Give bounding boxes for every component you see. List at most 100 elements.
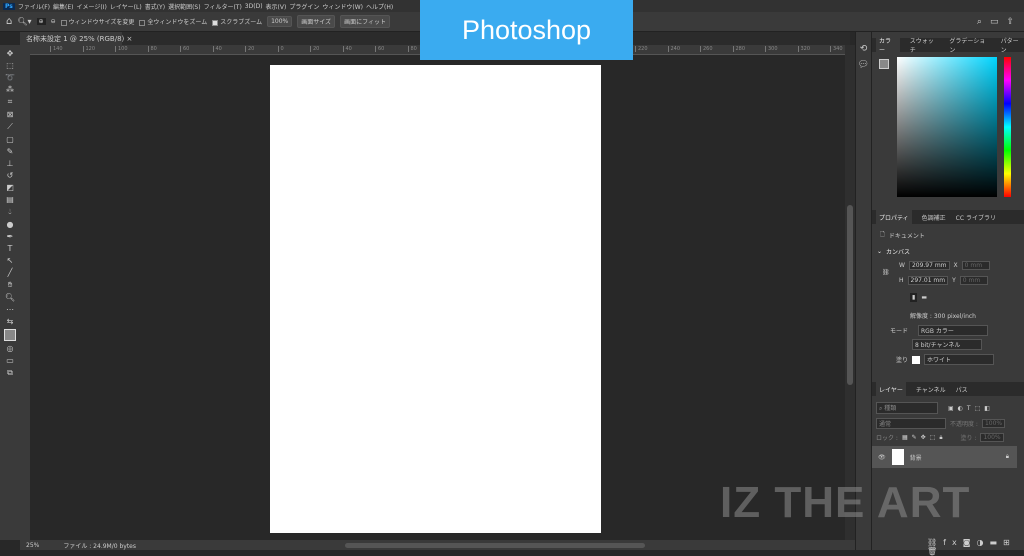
tab-libraries[interactable]: CC ライブラリ <box>956 213 996 222</box>
share-icon[interactable]: ⇪ <box>1006 17 1014 27</box>
ruler-tick: 20 <box>245 46 254 52</box>
fg-bg-swatch[interactable] <box>879 59 889 69</box>
home-icon[interactable]: ⌂ <box>6 16 12 27</box>
menu-3d[interactable]: 3D(D) <box>245 3 263 10</box>
zoom-in-icon[interactable]: ⊕ <box>36 18 46 25</box>
magic-wand-icon[interactable]: ⁂ <box>6 85 14 94</box>
hue-slider[interactable] <box>1004 57 1011 197</box>
fit-screen-button[interactable]: 画面サイズ <box>297 15 336 28</box>
scrubby-zoom-checkbox[interactable]: スクラブズーム <box>212 17 262 26</box>
marquee-tool-icon[interactable]: ⬚ <box>6 61 14 70</box>
pen-tool-icon[interactable]: ✒ <box>7 232 14 241</box>
color-swatches-icon[interactable] <box>4 329 16 341</box>
gradient-tool-icon[interactable]: ▤ <box>6 195 14 204</box>
color-field[interactable] <box>897 57 997 197</box>
zoom-level[interactable]: 25% <box>26 542 39 549</box>
line-tool-icon[interactable]: ╱ <box>8 268 13 277</box>
tab-channels[interactable]: チャンネル <box>916 385 946 394</box>
zoom-value-button[interactable]: 100% <box>267 16 293 27</box>
menu-image[interactable]: イメージ(I) <box>77 2 107 11</box>
quick-mask-icon[interactable]: ◎ <box>7 344 14 353</box>
portrait-icon[interactable]: ▮ <box>910 293 918 302</box>
menu-filter[interactable]: フィルター(T) <box>204 2 242 11</box>
menu-select[interactable]: 選択範囲(S) <box>168 2 201 11</box>
history-brush-icon[interactable]: ↺ <box>7 171 14 180</box>
tab-color[interactable]: カラー <box>876 33 900 57</box>
workspace-icon[interactable]: ▭ <box>990 17 999 27</box>
bit-depth-select[interactable]: 8 bit/チャンネル <box>912 339 982 350</box>
zoom-tool-icon[interactable]: 🔍︎▾ <box>17 17 31 26</box>
path-select-icon[interactable]: ↖ <box>7 256 14 265</box>
hand-tool-icon[interactable]: ✋︎ <box>8 280 13 290</box>
more-tools-icon[interactable]: ⋯ <box>6 305 14 314</box>
eraser-icon[interactable]: ◩ <box>6 183 14 192</box>
ruler-tick: 120 <box>82 46 95 52</box>
width-input[interactable]: 209.97 mm <box>908 261 950 270</box>
layer-row[interactable]: 👁︎ 背景 🔒︎ <box>872 446 1017 468</box>
dodge-tool-icon[interactable]: ● <box>7 220 14 229</box>
opacity-input[interactable]: 100% <box>981 419 1006 428</box>
tab-paths[interactable]: パス <box>956 385 968 394</box>
tab-layers[interactable]: レイヤー <box>876 381 906 397</box>
tab-patterns[interactable]: パターン <box>1001 36 1024 54</box>
fill-screen-button[interactable]: 画面にフィット <box>340 15 390 28</box>
crop-tool-icon[interactable]: ⌗ <box>8 97 13 107</box>
stamp-tool-icon[interactable]: ⊥ <box>7 159 14 168</box>
y-input[interactable]: 0 mm <box>959 276 988 285</box>
menu-window[interactable]: ウィンドウ(W) <box>322 2 363 11</box>
vertical-scrollbar[interactable] <box>845 45 855 540</box>
tab-properties[interactable]: プロパティ <box>876 209 912 225</box>
filter-icons[interactable]: ▣◐T⬚◧ <box>948 405 994 412</box>
search-icon[interactable]: ⌕ <box>977 17 982 27</box>
zoom-all-checkbox[interactable]: 全ウィンドウをズーム <box>139 17 207 26</box>
swap-colors-icon[interactable]: ⇆ <box>7 317 14 326</box>
eye-icon[interactable]: 👁︎ <box>878 454 886 461</box>
history-icon[interactable]: ⟲ <box>860 44 868 54</box>
healing-brush-icon[interactable]: ▢ <box>6 135 14 144</box>
link-icon[interactable]: ⛓ <box>882 269 890 276</box>
lasso-tool-icon[interactable]: ➰ <box>5 73 15 82</box>
fill-select[interactable]: ホワイト <box>924 354 995 365</box>
ruler-tick: 100 <box>115 46 128 52</box>
chevron-down-icon[interactable]: ⌄ <box>877 248 882 255</box>
tab-swatches[interactable]: スウォッチ <box>910 36 940 54</box>
menu-help[interactable]: ヘルプ(H) <box>366 2 393 11</box>
file-info[interactable]: ファイル : 24.9M/0 bytes <box>63 541 136 550</box>
screen-mode-icon[interactable]: ▭ <box>6 356 14 365</box>
blur-tool-icon[interactable]: 💧︎ <box>8 207 11 217</box>
height-input[interactable]: 297.01 mm <box>907 276 949 285</box>
lock-icon: 🔒︎ <box>1005 453 1009 460</box>
frame-tool-icon[interactable]: ⊠ <box>7 110 14 119</box>
tab-gradients[interactable]: グラデーション <box>949 36 990 54</box>
eyedropper-icon[interactable]: ⟋ <box>7 122 13 132</box>
landscape-icon[interactable]: ▬ <box>921 294 927 301</box>
menu-plugins[interactable]: プラグイン <box>289 2 319 11</box>
blend-mode-select[interactable]: 通常 <box>876 418 946 429</box>
comment-icon[interactable]: 💬︎ <box>858 60 869 70</box>
mode-select[interactable]: RGB カラー <box>918 325 989 336</box>
menu-file[interactable]: ファイル(F) <box>18 2 50 11</box>
ruler-tick: 60 <box>180 46 189 52</box>
type-tool-icon[interactable]: T <box>8 244 13 253</box>
document-canvas[interactable] <box>270 65 601 533</box>
resize-windows-checkbox[interactable]: ウィンドウサイズを変更 <box>60 17 134 26</box>
layer-fill-input[interactable]: 100% <box>980 433 1004 442</box>
zoom-out-icon[interactable]: ⊖ <box>51 18 56 25</box>
frame-icon[interactable]: ⧉ <box>7 368 13 378</box>
menu-layer[interactable]: レイヤー(L) <box>110 2 142 11</box>
x-input[interactable]: 0 mm <box>961 261 990 270</box>
menu-view[interactable]: 表示(V) <box>266 2 287 11</box>
horizontal-scrollbar[interactable] <box>345 543 645 548</box>
fill-swatch[interactable] <box>912 355 921 364</box>
lock-icons[interactable]: ▦✎✥⬚🔒︎ <box>902 434 947 442</box>
layer-filter-select[interactable]: ⌕ 種類 <box>876 402 938 414</box>
menu-type[interactable]: 書式(Y) <box>145 2 165 11</box>
document-tab[interactable]: 名称未設定 1 @ 25% (RGB/8) × <box>20 32 132 45</box>
tab-adjustments[interactable]: 色調補正 <box>922 213 946 222</box>
zoom-tool-icon[interactable]: 🔍︎ <box>5 293 15 302</box>
close-tab-icon[interactable]: × <box>127 35 133 43</box>
brush-tool-icon[interactable]: ✎ <box>7 147 14 156</box>
menu-edit[interactable]: 編集(E) <box>53 2 73 11</box>
move-tool-icon[interactable]: ✥ <box>7 49 14 58</box>
ruler-tick: 80 <box>407 46 417 52</box>
